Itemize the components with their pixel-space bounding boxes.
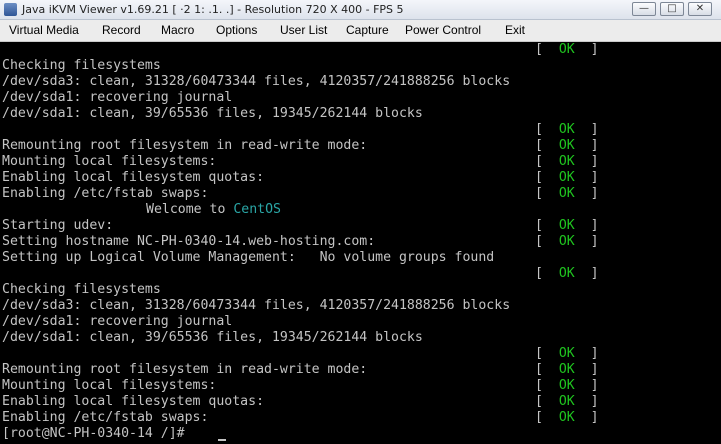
status-ok-text: OK <box>558 362 575 377</box>
window-title-bar[interactable]: Java iKVM Viewer v1.69.21 [ ·2 1: .1. .]… <box>0 0 721 20</box>
menu-capture[interactable]: Capture <box>346 23 389 37</box>
close-button[interactable]: ✕ <box>688 2 712 16</box>
status-bracket-close: ] <box>574 138 599 153</box>
status-bracket-close: ] <box>574 394 599 409</box>
menu-exit[interactable]: Exit <box>505 23 525 37</box>
console-line-enabling-swaps: Enabling /etc/fstab swaps: <box>2 410 209 425</box>
console-line-sda3-clean: /dev/sda3: clean, 31328/60473344 files, … <box>2 74 511 89</box>
status-bracket-open: [ <box>535 42 559 57</box>
welcome-text: Welcome to <box>146 202 234 217</box>
shell-prompt[interactable]: [root@NC-PH-0340-14 /]# <box>2 426 193 442</box>
ok-status-badge: [ OK ] <box>535 218 599 234</box>
ok-status-badge: [ OK ] <box>535 42 599 58</box>
status-bracket-open: [ <box>535 410 559 425</box>
console-line-sda3-clean: /dev/sda3: clean, 31328/60473344 files, … <box>2 298 511 313</box>
ok-status-badge: [ OK ] <box>535 410 599 426</box>
console-line-setting-hostname: Setting hostname NC-PH-0340-14.web-hosti… <box>2 234 376 249</box>
console-line-remounting-root: Remounting root filesystem in read-write… <box>2 362 368 377</box>
status-bracket-close: ] <box>574 362 599 377</box>
status-bracket-open: [ <box>535 234 559 249</box>
console-line-sda1-recovering: /dev/sda1: recovering journal <box>2 314 233 329</box>
menu-power-control[interactable]: Power Control <box>405 23 481 37</box>
console-line-sda1-recovering: /dev/sda1: recovering journal <box>2 90 233 105</box>
console-line-sda1-clean: /dev/sda1: clean, 39/65536 files, 19345/… <box>2 330 423 345</box>
ok-status-badge: [ OK ] <box>535 346 599 362</box>
status-bracket-close: ] <box>574 410 599 425</box>
status-bracket-open: [ <box>535 394 559 409</box>
ok-status-badge: [ OK ] <box>535 378 599 394</box>
ok-status-badge: [ OK ] <box>535 170 599 186</box>
menu-bar: Virtual Media Record Macro Options User … <box>0 20 721 42</box>
status-bracket-open: [ <box>535 170 559 185</box>
maximize-button[interactable]: □ <box>660 2 684 16</box>
console-line-enabling-quotas: Enabling local filesystem quotas: <box>2 170 265 185</box>
status-ok-text: OK <box>558 394 575 409</box>
status-bracket-open: [ <box>535 378 559 393</box>
status-bracket-close: ] <box>574 266 599 281</box>
ok-status-badge: [ OK ] <box>535 266 599 282</box>
console-line-mounting-local: Mounting local filesystems: <box>2 378 217 393</box>
menu-record[interactable]: Record <box>102 23 141 37</box>
console-line-starting-udev: Starting udev: <box>2 218 114 233</box>
status-bracket-close: ] <box>574 122 599 137</box>
status-ok-text: OK <box>558 266 575 281</box>
status-ok-text: OK <box>558 218 575 233</box>
status-ok-text: OK <box>558 346 575 361</box>
status-bracket-close: ] <box>574 234 599 249</box>
status-bracket-open: [ <box>535 362 559 377</box>
status-bracket-close: ] <box>574 378 599 393</box>
menu-options[interactable]: Options <box>216 23 257 37</box>
status-bracket-open: [ <box>535 186 559 201</box>
status-ok-text: OK <box>558 170 575 185</box>
ok-status-badge: [ OK ] <box>535 186 599 202</box>
ok-status-badge: [ OK ] <box>535 138 599 154</box>
console-line-lvm: Setting up Logical Volume Management: No… <box>2 250 495 265</box>
status-ok-text: OK <box>558 42 575 57</box>
minimize-button[interactable]: — <box>632 2 656 16</box>
ok-status-badge: [ OK ] <box>535 122 599 138</box>
centos-name: CentOS <box>233 202 281 217</box>
java-app-icon <box>4 3 17 16</box>
ok-status-badge: [ OK ] <box>535 394 599 410</box>
status-bracket-close: ] <box>574 346 599 361</box>
console-line-enabling-quotas: Enabling local filesystem quotas: <box>2 394 265 409</box>
ok-status-badge: [ OK ] <box>535 234 599 250</box>
console-line-welcome: Welcome to CentOS <box>146 202 281 218</box>
status-bracket-open: [ <box>535 138 559 153</box>
console-line-checking-fs: Checking filesystems <box>2 58 161 73</box>
status-ok-text: OK <box>558 378 575 393</box>
menu-user-list[interactable]: User List <box>280 23 327 37</box>
console-line-enabling-swaps: Enabling /etc/fstab swaps: <box>2 186 209 201</box>
console-line-mounting-local: Mounting local filesystems: <box>2 154 217 169</box>
kvm-console-screen[interactable]: Checking filesystems /dev/sda3: clean, 3… <box>0 42 721 444</box>
status-ok-text: OK <box>558 234 575 249</box>
status-ok-text: OK <box>558 410 575 425</box>
status-bracket-close: ] <box>574 42 599 57</box>
menu-virtual-media[interactable]: Virtual Media <box>9 23 79 37</box>
status-ok-text: OK <box>558 138 575 153</box>
status-ok-text: OK <box>558 122 575 137</box>
status-bracket-open: [ <box>535 218 559 233</box>
ok-status-badge: [ OK ] <box>535 154 599 170</box>
console-line-remounting-root: Remounting root filesystem in read-write… <box>2 138 368 153</box>
console-line-checking-fs: Checking filesystems <box>2 282 161 297</box>
ok-status-badge: [ OK ] <box>535 362 599 378</box>
status-bracket-close: ] <box>574 186 599 201</box>
console-line-sda1-clean: /dev/sda1: clean, 39/65536 files, 19345/… <box>2 106 423 121</box>
status-bracket-close: ] <box>574 170 599 185</box>
status-bracket-open: [ <box>535 266 559 281</box>
status-bracket-open: [ <box>535 346 559 361</box>
window-title: Java iKVM Viewer v1.69.21 [ ·2 1: .1. .]… <box>22 3 404 16</box>
status-bracket-close: ] <box>574 154 599 169</box>
text-cursor <box>218 439 226 441</box>
menu-macro[interactable]: Macro <box>161 23 194 37</box>
status-ok-text: OK <box>558 154 575 169</box>
status-bracket-open: [ <box>535 122 559 137</box>
status-bracket-close: ] <box>574 218 599 233</box>
status-bracket-open: [ <box>535 154 559 169</box>
status-ok-text: OK <box>558 186 575 201</box>
